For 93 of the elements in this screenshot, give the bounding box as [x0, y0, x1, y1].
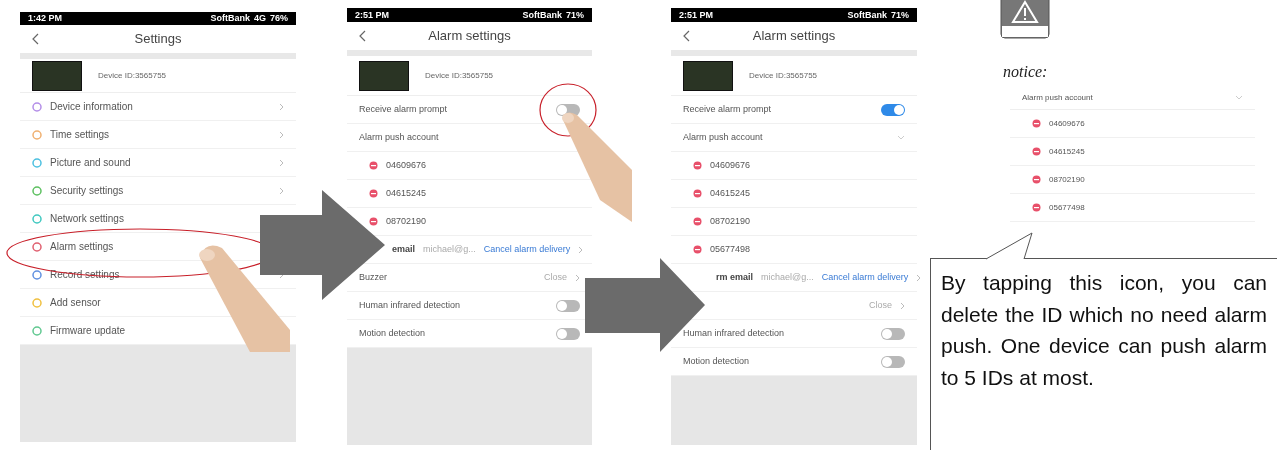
- setting-label: Motion detection: [683, 354, 751, 368]
- email-value: michael@g...: [423, 242, 476, 256]
- menu-item-label[interactable]: Add sensor: [50, 295, 101, 310]
- minus-circle-icon[interactable]: [693, 189, 702, 198]
- minus-circle-icon: [1032, 147, 1041, 156]
- minus-circle-icon: [1032, 175, 1041, 184]
- circle-icon: [32, 157, 42, 168]
- minus-circle-icon[interactable]: [369, 217, 378, 226]
- screen-title: Alarm settings: [752, 27, 836, 46]
- menu-item-label[interactable]: Time settings: [50, 127, 110, 142]
- menu-item-label[interactable]: Firmware update: [50, 323, 126, 338]
- circle-icon: [32, 185, 42, 196]
- minus-circle-icon[interactable]: [369, 189, 378, 198]
- network-type: 4G: [253, 14, 266, 23]
- setting-label: Receive alarm prompt: [683, 102, 773, 116]
- device-id: Device ID:3565755: [425, 69, 494, 82]
- setting-value: Close: [544, 270, 567, 284]
- account-id: 08702190: [386, 214, 427, 228]
- status-time: 2:51 PM: [679, 10, 713, 20]
- warning-sign-icon: [1000, 0, 1050, 40]
- menu-item-label[interactable]: Device information: [50, 99, 133, 114]
- circle-icon: [32, 213, 42, 224]
- camera-thumbnail: [359, 60, 409, 91]
- menu-item-label[interactable]: Security settings: [50, 183, 124, 198]
- circle-icon: [32, 269, 42, 280]
- back-icon[interactable]: [683, 30, 690, 42]
- menu-item-label[interactable]: Alarm settings: [50, 239, 114, 254]
- toggle-switch[interactable]: [556, 299, 580, 312]
- circle-icon: [32, 241, 42, 252]
- account-id: 08702190: [710, 214, 751, 228]
- circle-icon: [32, 297, 42, 308]
- chevron-right-icon: [916, 273, 922, 282]
- minus-circle-icon: [1032, 119, 1041, 128]
- account-id: 08702190: [1049, 173, 1085, 186]
- setting-label: Human infrared detection: [359, 298, 462, 312]
- section-label: Alarm push account: [359, 130, 439, 144]
- battery-level: 76%: [270, 14, 288, 23]
- chevron-right-icon: [578, 245, 584, 254]
- setting-label: rm email: [716, 270, 754, 284]
- status-time: 1:42 PM: [28, 14, 62, 23]
- device-id: Device ID:3565755: [98, 69, 167, 82]
- minus-circle-icon: [1032, 203, 1041, 212]
- minus-circle-icon[interactable]: [693, 161, 702, 170]
- toggle-switch[interactable]: [881, 327, 905, 340]
- minus-circle-icon[interactable]: [693, 245, 702, 254]
- account-id: 04615245: [710, 186, 751, 200]
- camera-thumbnail: [683, 60, 733, 91]
- carrier-name: SoftBank: [210, 14, 250, 23]
- setting-label: Motion detection: [359, 326, 427, 340]
- account-id: 04609676: [386, 158, 427, 172]
- setting-label: Receive alarm prompt: [359, 102, 449, 116]
- section-label: Alarm push account: [1022, 91, 1094, 104]
- setting-label: Human infrared detection: [683, 326, 786, 340]
- setting-label: email: [392, 242, 415, 256]
- account-id: 04609676: [1049, 117, 1085, 130]
- account-id: 05677498: [710, 242, 751, 256]
- carrier-name: SoftBank: [522, 10, 562, 20]
- cancel-delivery-link[interactable]: Cancel alarm delivery: [483, 242, 571, 257]
- callout-text: By tapping this icon, you can delete the ID which no need alarm push. One device can push alarm to 5 IDs at most.: [940, 270, 1268, 391]
- screen-title: Settings: [134, 30, 182, 49]
- circle-icon: [32, 325, 42, 336]
- chevron-right-icon: [575, 273, 580, 282]
- back-icon[interactable]: [359, 30, 366, 42]
- setting-label: Buzzer: [359, 270, 388, 284]
- account-id: 04615245: [386, 186, 427, 200]
- battery-level: 71%: [566, 10, 584, 20]
- status-time: 2:51 PM: [355, 10, 389, 20]
- account-id: 04609676: [710, 158, 751, 172]
- back-icon[interactable]: [32, 33, 39, 45]
- minus-circle-icon[interactable]: [693, 217, 702, 226]
- circle-icon: [32, 129, 42, 140]
- toggle-switch[interactable]: [556, 103, 580, 116]
- menu-item-label[interactable]: Network settings: [50, 211, 124, 226]
- toggle-switch[interactable]: [556, 327, 580, 340]
- account-id: 04615245: [1049, 145, 1085, 158]
- section-label: Alarm push account: [683, 130, 763, 144]
- minus-circle-icon[interactable]: [369, 161, 378, 170]
- chevron-down-icon: [1235, 95, 1243, 100]
- menu-item-label[interactable]: Picture and sound: [50, 155, 131, 170]
- screen-title: Alarm settings: [428, 27, 511, 46]
- account-id: 05677498: [1049, 201, 1085, 214]
- cancel-delivery-link[interactable]: Cancel alarm delivery: [821, 270, 909, 285]
- circle-icon: [32, 101, 42, 112]
- toggle-switch[interactable]: [881, 103, 905, 116]
- email-value: michael@g...: [761, 270, 814, 284]
- notice-heading: notice:: [1003, 62, 1048, 82]
- carrier-name: SoftBank: [847, 10, 887, 20]
- chevron-right-icon: [900, 301, 905, 310]
- toggle-switch[interactable]: [881, 355, 905, 368]
- battery-level: 71%: [891, 10, 909, 20]
- camera-thumbnail: [32, 60, 82, 91]
- setting-value: Close: [869, 298, 892, 312]
- device-id: Device ID:3565755: [749, 69, 818, 82]
